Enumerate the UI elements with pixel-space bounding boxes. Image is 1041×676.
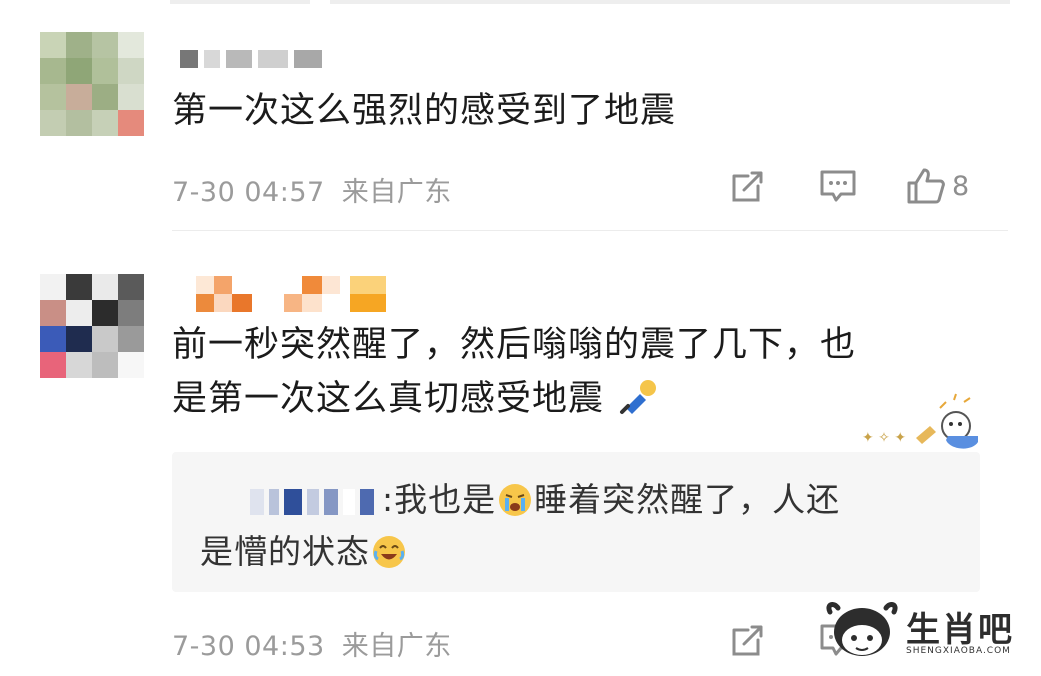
- laugh-cry-emoji-icon: [372, 532, 406, 568]
- ox-logo-icon: [826, 602, 898, 656]
- falling-person-emoji-icon: [618, 378, 658, 418]
- cartoon-sticker-icon: ✦ ✧ ✦: [860, 392, 1000, 456]
- like-button[interactable]: 8: [906, 166, 969, 206]
- username-pixelated[interactable]: [196, 276, 386, 312]
- comment-time: 7-30 04:53: [172, 631, 325, 662]
- watermark-name: 生肖吧: [906, 610, 1014, 650]
- comment-text: 前一秒突然醒了，然后嗡嗡的震了几下，也 是第一次这么真切感受地震: [172, 318, 942, 426]
- comment-meta: 7-30 04:53 来自广东: [172, 624, 452, 663]
- svg-text:✦ ✧ ✦: ✦ ✧ ✦: [862, 430, 906, 446]
- like-count: 8: [952, 170, 970, 202]
- share-button[interactable]: [728, 166, 768, 206]
- comment-location: 来自广东: [341, 177, 452, 208]
- username-pixelated[interactable]: [180, 50, 322, 68]
- avatar[interactable]: [40, 32, 144, 136]
- thumbs-up-icon: [907, 168, 945, 204]
- watermark: 生肖吧 SHENGXIAOBA.COM: [822, 600, 1022, 670]
- reply-username-pixelated[interactable]: [250, 488, 374, 515]
- comment-time: 7-30 04:57: [172, 177, 325, 208]
- reply-text: :我也是 睡着突然醒了，人还 是懵的状态: [200, 480, 841, 571]
- comment-meta: 7-30 04:57 来自广东: [172, 170, 452, 209]
- comment-location: 来自广东: [341, 631, 452, 662]
- avatar[interactable]: [40, 274, 144, 378]
- comment-item: 第一次这么强烈的感受到了地震 7-30 04:57 来自广东 8: [0, 0, 1041, 230]
- share-icon: [732, 171, 763, 202]
- share-button[interactable]: [728, 620, 768, 660]
- reply-preview-box[interactable]: :我也是 睡着突然醒了，人还 是懵的状态: [172, 452, 980, 592]
- crying-emoji-icon: [498, 480, 532, 516]
- comment-icon: [820, 170, 856, 202]
- comment-text-line: 前一秒突然醒了，然后嗡嗡的震了几下，也: [172, 325, 857, 365]
- comment-text-line: 是第一次这么真切感受地震: [172, 372, 942, 426]
- reply-button[interactable]: [818, 166, 858, 206]
- comment-text: 第一次这么强烈的感受到了地震: [172, 91, 677, 131]
- share-icon: [732, 625, 763, 656]
- watermark-url: SHENGXIAOBA.COM: [906, 646, 1011, 656]
- comment-actions: 8: [728, 166, 969, 206]
